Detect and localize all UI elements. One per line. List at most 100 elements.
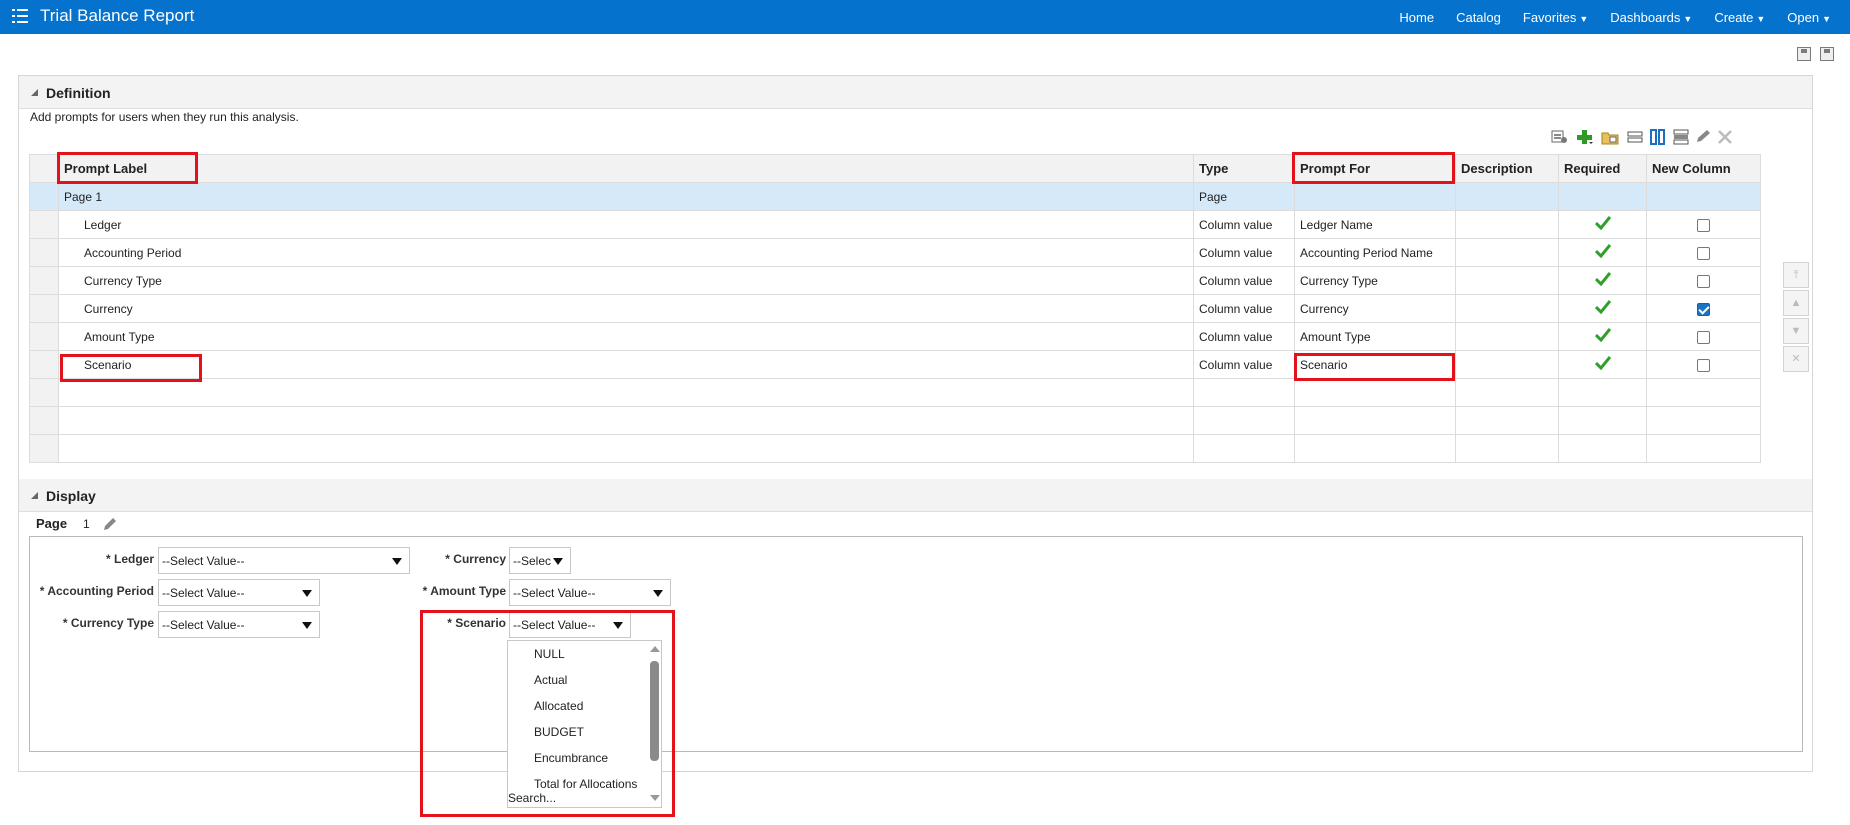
dropdown-option[interactable]: NULL [534, 647, 565, 661]
prompt-label-accounting-period: * Accounting Period [39, 584, 154, 598]
table-row[interactable]: Ledger Column value Ledger Name [29, 210, 1761, 239]
definition-section-header[interactable]: Definition [19, 76, 1812, 109]
chevron-down-icon[interactable] [295, 580, 319, 605]
nav-home[interactable]: Home [1388, 10, 1445, 25]
prompt-label-currency-type: * Currency Type [62, 616, 154, 630]
new-column-checkbox[interactable] [1697, 358, 1710, 372]
remove-row-button[interactable]: ✕ [1783, 346, 1809, 372]
cell-type: Page [1193, 182, 1295, 211]
nav-catalog[interactable]: Catalog [1445, 10, 1512, 25]
dropdown-option[interactable]: Allocated [534, 699, 583, 713]
dropdown-option[interactable]: Encumbrance [534, 751, 608, 765]
empty-cell [29, 378, 59, 407]
table-row[interactable]: Currency Type Column value Currency Type [29, 266, 1761, 295]
dropdown-option[interactable]: Total for Allocations [534, 777, 637, 791]
chevron-down-icon[interactable] [295, 612, 319, 637]
add-prompt-icon[interactable] [1576, 129, 1594, 145]
accounting-period-select[interactable]: --Select Value-- [158, 579, 320, 606]
column-header-prompt-label[interactable]: Prompt Label [58, 154, 1194, 183]
new-page-icon[interactable] [1672, 129, 1690, 145]
delete-icon[interactable] [1716, 129, 1734, 145]
chevron-down-icon[interactable] [546, 548, 570, 573]
nav-open[interactable]: Open ▼ [1776, 10, 1842, 25]
cell-new-column [1646, 210, 1761, 239]
required-check-icon [1594, 300, 1611, 315]
save-icon[interactable] [1797, 47, 1811, 61]
empty-cell [1193, 406, 1295, 435]
scroll-down-icon[interactable] [650, 795, 660, 801]
new-column-checkbox[interactable] [1697, 218, 1710, 232]
save-as-icon[interactable] [1820, 47, 1834, 61]
scenario-select[interactable]: --Select Value-- [509, 611, 631, 638]
new-column-icon[interactable] [1649, 129, 1667, 145]
column-header-new-column[interactable]: New Column [1646, 154, 1761, 183]
move-up-button[interactable]: ▲ [1783, 290, 1809, 316]
move-to-top-button[interactable]: ⤒ [1783, 262, 1809, 288]
required-check-icon [1594, 272, 1611, 287]
move-down-button[interactable]: ▼ [1783, 318, 1809, 344]
column-header-type[interactable]: Type [1193, 154, 1295, 183]
column-header-description[interactable]: Description [1455, 154, 1559, 183]
required-check-icon [1594, 328, 1611, 343]
caret-down-icon: ▼ [1579, 13, 1589, 24]
new-column-checkbox[interactable] [1697, 246, 1710, 260]
column-folder-icon[interactable] [1601, 129, 1619, 145]
app-header: Trial Balance Report Home Catalog Favorite… [0, 0, 1850, 34]
cell-prompt-label: Currency Type [58, 266, 1194, 295]
dropdown-option[interactable]: BUDGET [534, 725, 584, 739]
row-selector-cell [29, 238, 59, 267]
table-row[interactable]: Accounting Period Column value Accounting … [29, 238, 1761, 267]
row-select-header [29, 154, 59, 183]
collapse-triangle-icon[interactable] [31, 492, 38, 499]
cell-description [1455, 350, 1559, 379]
currency-select[interactable]: --Selec [509, 547, 571, 574]
edit-page-icon[interactable] [102, 516, 118, 532]
amount-type-select[interactable]: --Select Value-- [509, 579, 671, 606]
currency-type-select[interactable]: --Select Value-- [158, 611, 320, 638]
nav-label: Favorites [1522, 9, 1577, 25]
nav-label: Create [1714, 9, 1754, 25]
definition-help-text: Add prompts for users when they run this… [30, 110, 299, 124]
chevron-down-icon[interactable] [646, 580, 670, 605]
cell-prompt-label: Amount Type [58, 322, 1194, 351]
new-column-checkbox[interactable] [1697, 274, 1710, 288]
empty-cell [1193, 434, 1295, 463]
nav-favorites[interactable]: Favorites ▼ [1512, 10, 1599, 25]
scenario-dropdown-list[interactable]: NULL Actual Allocated BUDGET Encumbrance Tota… [507, 640, 662, 808]
table-row[interactable]: Currency Column value Currency [29, 294, 1761, 323]
empty-cell [1294, 406, 1456, 435]
scroll-up-icon[interactable] [650, 646, 660, 652]
edit-icon[interactable] [1694, 129, 1712, 145]
empty-table-row [29, 378, 1761, 407]
new-column-checkbox[interactable] [1697, 302, 1710, 316]
table-header-row: Prompt Label Type Prompt For Description… [29, 154, 1761, 183]
menu-icon[interactable] [12, 8, 28, 24]
page-number: 1 [83, 517, 90, 531]
chevron-down-icon[interactable] [385, 548, 409, 573]
nav-create[interactable]: Create ▼ [1703, 10, 1776, 25]
cell-new-column [1646, 182, 1761, 211]
empty-cell [58, 406, 1194, 435]
cell-prompt-label: Ledger [58, 210, 1194, 239]
display-section-header[interactable]: Display [19, 479, 1812, 512]
nav-dashboards[interactable]: Dashboards ▼ [1599, 10, 1703, 25]
cell-prompt-label: Scenario [58, 350, 1194, 379]
table-row[interactable]: Scenario Column value Scenario [29, 350, 1761, 379]
column-header-prompt-for[interactable]: Prompt For [1294, 154, 1456, 183]
empty-cell [1455, 378, 1559, 407]
new-row-icon[interactable] [1626, 129, 1644, 145]
dropdown-option[interactable]: Actual [534, 673, 567, 687]
definition-heading: Definition [46, 85, 111, 101]
empty-cell [58, 378, 1194, 407]
empty-cell [1558, 434, 1647, 463]
dropdown-scrollbar[interactable] [650, 661, 659, 761]
row-selector-icon[interactable] [1551, 129, 1569, 145]
table-row[interactable]: Page 1 Page [29, 182, 1761, 211]
dropdown-search-link[interactable]: Search... [508, 791, 556, 805]
collapse-triangle-icon[interactable] [31, 89, 38, 96]
ledger-select[interactable]: --Select Value-- [158, 547, 410, 574]
new-column-checkbox[interactable] [1697, 330, 1710, 344]
table-row[interactable]: Amount Type Column value Amount Type [29, 322, 1761, 351]
chevron-down-icon[interactable] [606, 612, 630, 637]
column-header-required[interactable]: Required [1558, 154, 1647, 183]
